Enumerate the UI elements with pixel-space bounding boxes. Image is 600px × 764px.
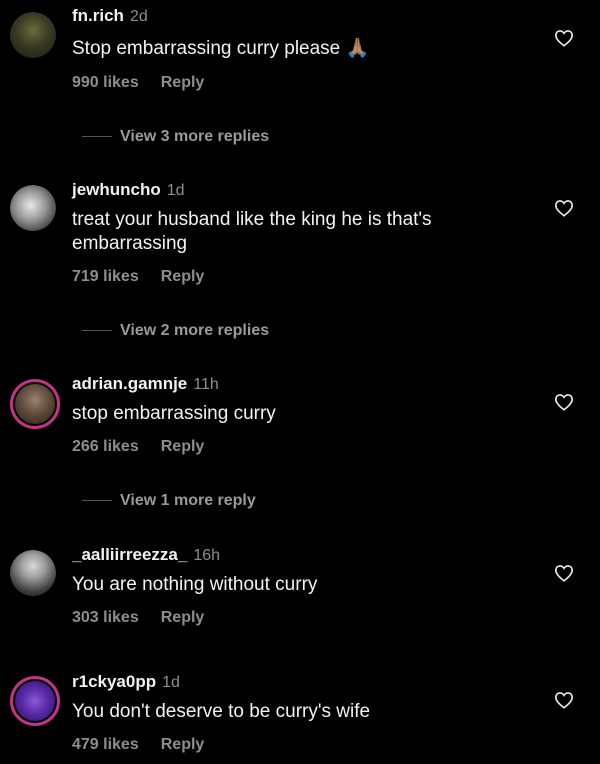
reply-button[interactable]: Reply [161,438,205,455]
avatar[interactable] [10,379,60,429]
view-more-replies[interactable]: View 3 more replies [82,128,269,146]
comment-text: You don't deserve to be curry's wife [72,701,371,722]
comment-meta: 266 likes Reply [72,438,204,456]
reply-button[interactable]: Reply [161,736,205,753]
comment-username[interactable]: fn.rich 2d [72,6,148,26]
likes-count[interactable]: 719 likes [72,268,139,285]
comment-text: Stop embarrassing curry please 🙏🏽 [72,38,370,59]
comment-time: 1d [166,182,185,199]
avatar[interactable] [10,12,56,58]
likes-count[interactable]: 266 likes [72,438,139,455]
heart-outline-icon[interactable] [554,691,574,709]
comment-time: 2d [129,8,148,25]
divider [82,136,112,138]
reply-button[interactable]: Reply [161,609,205,626]
comment-text: treat your husband like the king he is t… [72,209,432,254]
divider [82,330,112,332]
view-more-replies[interactable]: View 1 more reply [82,492,256,510]
heart-outline-icon[interactable] [554,564,574,582]
heart-outline-icon[interactable] [554,199,574,217]
comment-username[interactable]: adrian.gamnje 11h [72,374,219,394]
comment-text: You are nothing without curry [72,574,318,595]
avatar[interactable] [10,550,56,596]
comment-meta: 303 likes Reply [72,609,204,627]
likes-count[interactable]: 479 likes [72,736,139,753]
likes-count[interactable]: 990 likes [72,74,139,91]
comment-time: 16h [193,547,221,564]
comment-time: 1d [162,674,180,691]
comment-time: 11h [193,376,219,393]
reply-button[interactable]: Reply [161,268,205,285]
heart-outline-icon[interactable] [554,393,574,411]
comment-username[interactable]: _aalliirreezza_ 16h [72,545,220,565]
comment-meta: 479 likes Reply [72,736,204,754]
avatar[interactable] [10,676,60,726]
divider [82,500,112,502]
likes-count[interactable]: 303 likes [72,609,139,626]
comment-text: stop embarrassing curry [72,403,276,424]
comment-username[interactable]: jewhuncho 1d [72,180,185,200]
comment-username[interactable]: r1ckya0pp 1d [72,672,180,692]
view-more-replies[interactable]: View 2 more replies [82,322,269,340]
comment-meta: 719 likes Reply [72,268,204,286]
heart-outline-icon[interactable] [554,29,574,47]
reply-button[interactable]: Reply [161,74,205,91]
avatar[interactable] [10,185,56,231]
comment-meta: 990 likes Reply [72,74,204,92]
